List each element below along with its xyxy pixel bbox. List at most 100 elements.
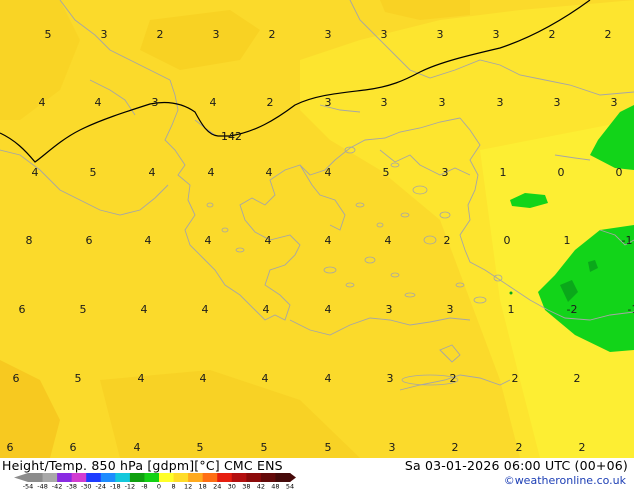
temperature-label: 4 [145,234,152,247]
temperature-label: 4 [263,303,270,316]
temperature-label: 4 [262,372,269,385]
temperature-label: 4 [149,166,156,179]
colorbar-tick-label: -30 [81,483,92,490]
temperature-label: 8 [26,234,33,247]
temperature-label: 5 [75,372,82,385]
temperature-label: 2 [269,28,276,41]
colorbar-tick-label: 54 [286,483,294,490]
colorbar-swatch [231,473,247,482]
temperature-label: 2 [157,28,164,41]
temperature-label: 6 [13,372,20,385]
colorbar-swatch [217,473,233,482]
temperature-label: 4 [138,372,145,385]
temperature-label: 2 [516,441,523,454]
credit-link[interactable]: ©weatheronline.co.uk [504,474,626,487]
temperature-label: 5 [197,441,204,454]
colorbar-arrow-left [14,473,28,482]
temperature-label: 2 [605,28,612,41]
colorbar-arrow-right [290,473,296,482]
temperature-label: 2 [574,372,581,385]
colorbar-swatch [42,473,58,482]
temperature-label: 3 [554,96,561,109]
colorbar-tick-label: -12 [125,483,136,490]
temperature-label: 3 [152,96,159,109]
temperature-label: 4 [39,96,46,109]
temperature-label: 3 [497,96,504,109]
colorbar-swatch [115,473,131,482]
temperature-label: 4 [202,303,209,316]
colorbar-tick-label: 18 [199,483,207,490]
temperature-label: 5 [90,166,97,179]
colorbar-swatch [275,473,291,482]
colorbar-swatch [159,473,175,482]
valid-datetime: Sa 03-01-2026 06:00 UTC (00+06) [404,458,628,473]
temperature-label: 2 [512,372,519,385]
temperature-label: 0 [616,166,623,179]
colorbar-swatch [188,473,204,482]
temperature-label: 5 [261,441,268,454]
temperature-label: 4 [32,166,39,179]
colorbar-tick-label: 24 [213,483,221,490]
temperature-label: 3 [386,303,393,316]
colorbar-swatch [71,473,87,482]
temperature-label: 5 [383,166,390,179]
temperature-label: 4 [95,96,102,109]
colorbar-swatch [100,473,116,482]
temperature-label: 3 [493,28,500,41]
colorbar-tick-label: 30 [228,483,236,490]
colorbar-tick-label: 48 [271,483,279,490]
temperature-label: 3 [213,28,220,41]
temperature-colorbar: -54 -48 -42 -38 -30 -24 -18 -12 -8 0 8 12 18 24 30 38 42… [14,473,296,489]
temperature-label: 3 [325,28,332,41]
temperature-label: 4 [210,96,217,109]
colorbar-swatch [57,473,73,482]
colorbar-swatch [86,473,102,482]
temperature-label: 3 [442,166,449,179]
temperature-label: 3 [381,96,388,109]
temperature-label: 3 [325,96,332,109]
temperature-label: 1 [508,303,515,316]
footer-bar: Height/Temp. 850 hPa [gdpm][°C] CMC ENS … [0,458,634,490]
colorbar-tick-label: 0 [157,483,161,490]
temperature-label: 4 [208,166,215,179]
temperature-label: 3 [439,96,446,109]
temperature-label: -2 [567,303,578,316]
colorbar-tick-label: 8 [171,483,175,490]
colorbar-tick-label: 12 [184,483,192,490]
temperature-label: 3 [447,303,454,316]
temperature-label: 4 [134,441,141,454]
temperature-label: 3 [437,28,444,41]
temperature-label: 1 [564,234,571,247]
temperature-label: 4 [325,372,332,385]
colorbar-tick-label: -18 [110,483,121,490]
temperature-label: 5 [80,303,87,316]
weather-map: 142 5 3 2 3 2 3 3 3 3 2 24 4 3 4 2 3 3 3 3 3 34 5 4 4 4 4 5 3 1 0 08 6 4… [0,0,634,458]
temperature-label: 4 [265,234,272,247]
temperature-label: 5 [325,441,332,454]
temperature-label: 4 [205,234,212,247]
temperature-label: 4 [266,166,273,179]
temperature-label: 2 [452,441,459,454]
colorbar-tick-label: -24 [95,483,106,490]
colorbar-tick-label: 38 [242,483,250,490]
colorbar-swatch [246,473,262,482]
temperature-label: 1 [500,166,507,179]
colorbar-swatch [202,473,218,482]
temperature-label: 4 [325,303,332,316]
temperature-label: 3 [101,28,108,41]
temperature-label: 3 [381,28,388,41]
colorbar-swatch [144,473,160,482]
temperature-label: 2 [267,96,274,109]
colorbar-swatch [260,473,276,482]
temperature-label: 3 [611,96,618,109]
temperature-label: 6 [70,441,77,454]
colorbar-tick-label: 42 [257,483,265,490]
temperature-label: 3 [389,441,396,454]
colorbar-tick-label: -42 [52,483,63,490]
temperature-label: -1 [628,303,634,316]
temperature-label: 2 [444,234,451,247]
temperature-label: 4 [385,234,392,247]
colorbar-tick-label: -48 [37,483,48,490]
temperature-label: 6 [86,234,93,247]
colorbar-swatch [28,473,44,482]
